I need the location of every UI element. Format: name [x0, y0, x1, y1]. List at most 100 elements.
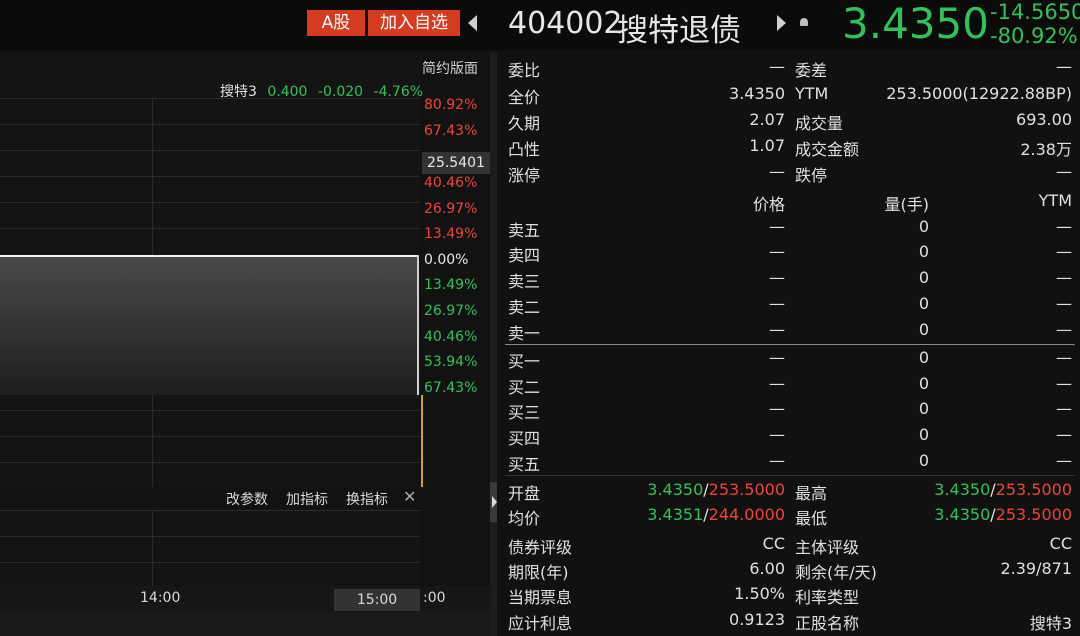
- sell-row-label: 卖三: [508, 272, 541, 291]
- buy-row-price: —: [769, 348, 785, 367]
- full-price-label: 全价: [508, 88, 541, 107]
- full-price-value: 3.4350: [729, 84, 785, 103]
- weicha-label: 委差: [795, 61, 828, 80]
- grid-vline: [152, 510, 153, 586]
- ytm-value: 253.5000(12922.88BP): [886, 84, 1072, 103]
- grid-line: [0, 436, 420, 437]
- sell-row-qty: 0: [918, 217, 929, 236]
- pct-label: 26.97%: [424, 303, 478, 319]
- book-separator: [505, 344, 1075, 345]
- buy-row-label: 买三: [508, 403, 541, 422]
- weibi-value: —: [769, 57, 785, 76]
- last-price: 3.4350: [842, 0, 989, 48]
- buy-row-qty: 0: [918, 399, 929, 418]
- grid-line: [0, 98, 420, 99]
- volume-label: 成交量: [795, 114, 844, 133]
- sell-row-label: 卖四: [508, 246, 541, 265]
- high-price: 3.4350: [934, 480, 991, 499]
- top-bar: A股 加入自选 404002 搜特退债 3.4350 -14.5650 -80.…: [0, 0, 1080, 50]
- sell-row-label: 卖一: [508, 324, 541, 343]
- add-indicator-button[interactable]: 加指标: [286, 489, 328, 509]
- buy-row-ytm: —: [1056, 425, 1072, 444]
- grid-line: [0, 124, 420, 125]
- bell-icon[interactable]: [800, 18, 808, 26]
- grid-line: [0, 228, 420, 229]
- pct-label: 40.46%: [424, 329, 478, 345]
- low-ytm: 253.5000: [995, 505, 1072, 524]
- time-label: :00: [423, 590, 446, 606]
- buy-row-ytm: —: [1056, 348, 1072, 367]
- high-label: 最高: [795, 484, 828, 503]
- low-value: 3.4350/253.5000: [902, 505, 1072, 524]
- rate-type-label: 利率类型: [795, 588, 860, 607]
- volume-value: 693.00: [1016, 110, 1072, 129]
- open-price: 3.4350: [647, 480, 704, 499]
- low-label: 最低: [795, 509, 828, 528]
- sell-row-qty: 0: [918, 242, 929, 261]
- next-arrow-icon[interactable]: [777, 15, 786, 31]
- high-value: 3.4350/253.5000: [902, 480, 1072, 499]
- chart-footer: [0, 612, 490, 636]
- grid-line: [0, 462, 420, 463]
- grid-line: [0, 202, 420, 203]
- issuer-rating-value: CC: [1049, 534, 1072, 553]
- pct-label: 40.46%: [424, 175, 478, 191]
- avg-label: 均价: [508, 509, 541, 528]
- stock-name-value[interactable]: 搜特3: [917, 610, 1072, 634]
- price-area-fill: [0, 255, 418, 395]
- high-ytm: 253.5000: [995, 480, 1072, 499]
- panel-divider[interactable]: [490, 52, 497, 636]
- quote-panel: 委比 — 委差 — 全价 3.4350 YTM 253.5000(12922.8…: [497, 52, 1080, 636]
- prev-arrow-icon[interactable]: [468, 15, 477, 31]
- convexity-value: 1.07: [749, 136, 785, 155]
- price-change: -14.5650: [990, 0, 1080, 24]
- avg-ytm: 244.0000: [708, 505, 785, 524]
- sell-row-price: —: [769, 320, 785, 339]
- limit-up-value: —: [769, 162, 785, 181]
- sell-row-label: 卖五: [508, 221, 541, 240]
- ytm-label: YTM: [795, 84, 829, 103]
- weibi-label: 委比: [508, 61, 541, 80]
- buy-row-label: 买二: [508, 378, 541, 397]
- time-label: 14:00: [140, 590, 181, 606]
- pct-label: 80.92%: [424, 97, 478, 113]
- issuer-rating-label: 主体评级: [795, 538, 860, 557]
- grid-line: [0, 150, 420, 151]
- accrued-value: 0.9123: [729, 610, 785, 629]
- weicha-value: —: [1056, 57, 1072, 76]
- pct-label: 13.49%: [424, 226, 478, 242]
- duration-value: 2.07: [749, 110, 785, 129]
- grid-line: [0, 510, 420, 511]
- price-drop-line: [417, 255, 419, 395]
- close-icon[interactable]: ✕: [403, 487, 416, 506]
- sell-row-ytm: —: [1056, 294, 1072, 313]
- amount-label: 成交金额: [795, 140, 860, 159]
- price-line: [0, 255, 418, 257]
- convexity-label: 凸性: [508, 140, 541, 159]
- sell-row-price: —: [769, 294, 785, 313]
- open-value: 3.4350/253.5000: [617, 480, 785, 499]
- amount-value: 2.38万: [1020, 140, 1072, 159]
- edit-params-button[interactable]: 改参数: [226, 489, 268, 509]
- buy-row-label: 买四: [508, 429, 541, 448]
- buy-row-qty: 0: [918, 348, 929, 367]
- add-watchlist-button[interactable]: 加入自选: [368, 10, 460, 36]
- pct-label-zero: 0.00%: [424, 252, 469, 268]
- pct-label: 67.43%: [424, 123, 478, 139]
- duration-label: 久期: [508, 114, 541, 133]
- rating-label: 债券评级: [508, 538, 573, 557]
- intraday-chart[interactable]: 简约版面 搜特3 0.400 -0.020 -4.76% 80.92% 67.4…: [0, 52, 490, 636]
- term-value: 6.00: [749, 559, 785, 578]
- open-label: 开盘: [508, 484, 541, 503]
- stock-name-label: 正股名称: [795, 614, 860, 633]
- buy-row-price: —: [769, 451, 785, 470]
- switch-indicator-button[interactable]: 换指标: [346, 489, 388, 509]
- col-ytm-header: YTM: [1038, 191, 1072, 210]
- buy-row-label: 买五: [508, 455, 541, 474]
- avg-price: 3.4351: [647, 505, 704, 524]
- simple-view-toggle[interactable]: 简约版面: [422, 58, 478, 78]
- market-tag-button[interactable]: A股: [307, 10, 365, 36]
- remain-value: 2.39/871: [1000, 559, 1072, 578]
- avg-line: [421, 395, 423, 487]
- grid-line: [0, 410, 420, 411]
